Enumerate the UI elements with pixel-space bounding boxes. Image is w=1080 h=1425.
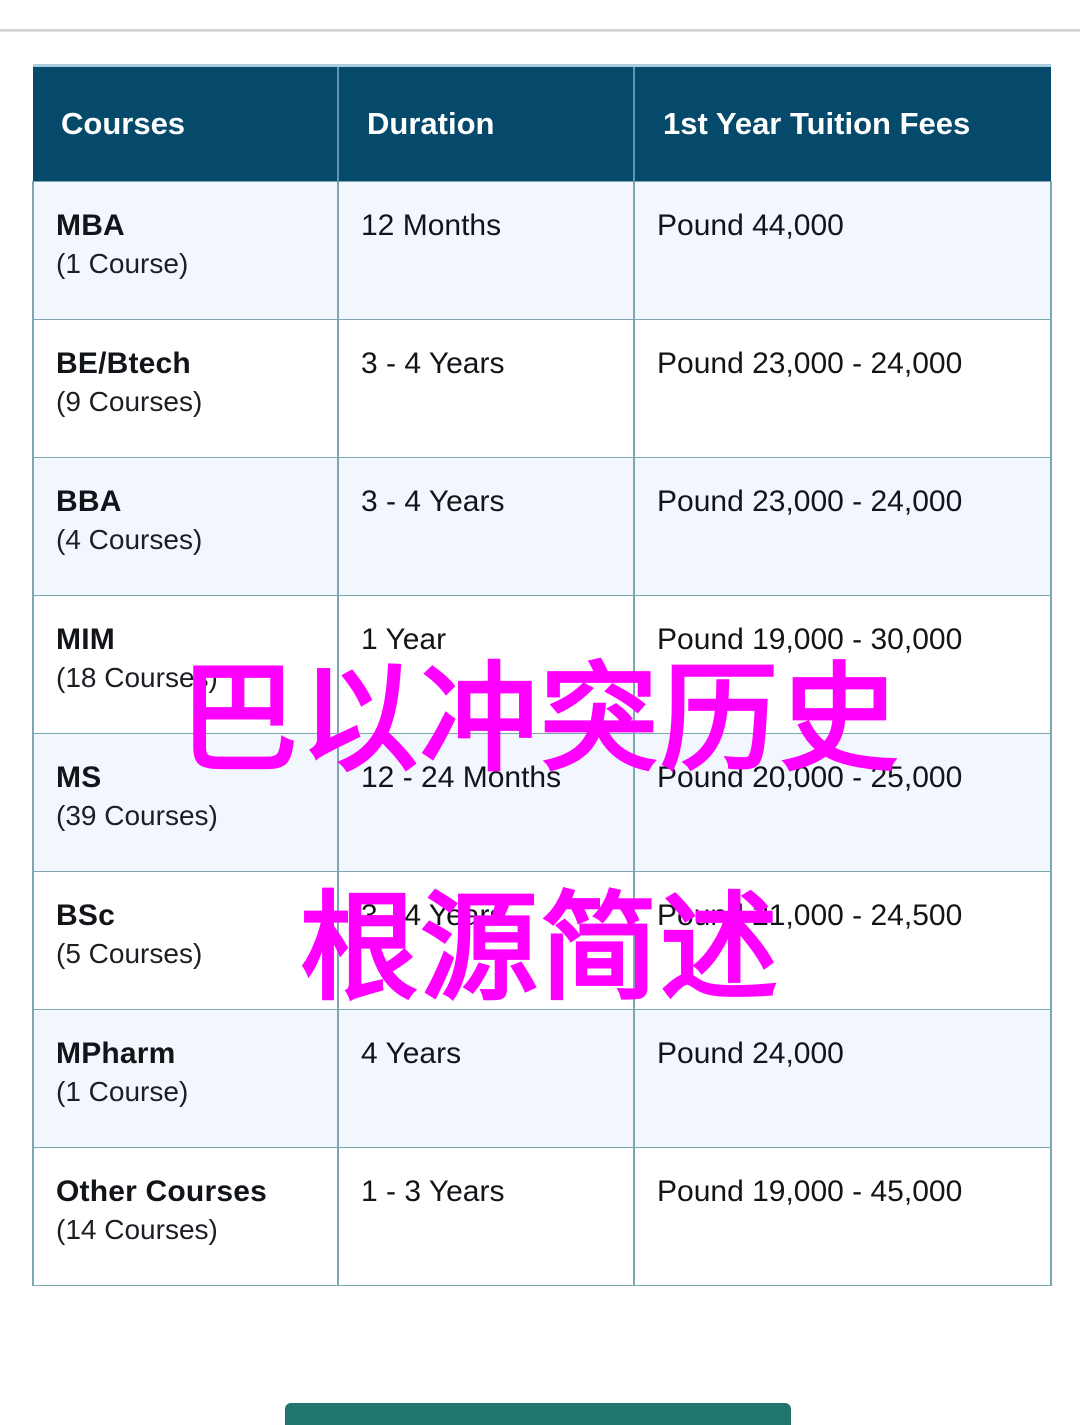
table-row: BE/Btech (9 Courses) 3 - 4 Years Pound 2… — [32, 319, 1052, 458]
cell-course: MBA (1 Course) — [32, 181, 339, 320]
course-name: Other Courses — [56, 1175, 267, 1208]
cell-duration: 12 - 24 Months — [337, 733, 635, 872]
cell-fees: Pound 20,000 - 25,000 — [633, 733, 1052, 872]
cell-duration: 3 - 4 Years — [337, 871, 635, 1010]
course-name: MBA — [56, 209, 125, 242]
cell-fees: Pound 44,000 — [633, 181, 1052, 320]
table-row: BSc (5 Courses) 3 - 4 Years Pound 21,000… — [32, 871, 1052, 1010]
bottom-action-button[interactable] — [285, 1403, 791, 1425]
cell-duration: 3 - 4 Years — [337, 457, 635, 596]
table-row: MBA (1 Course) 12 Months Pound 44,000 — [32, 181, 1052, 320]
table-row: MPharm (1 Course) 4 Years Pound 24,000 — [32, 1009, 1052, 1148]
table-row: BBA (4 Courses) 3 - 4 Years Pound 23,000… — [32, 457, 1052, 596]
cell-fees: Pound 21,000 - 24,500 — [633, 871, 1052, 1010]
course-count: (14 Courses) — [56, 1214, 218, 1245]
cell-course: BSc (5 Courses) — [32, 871, 339, 1010]
cell-course: Other Courses (14 Courses) — [32, 1147, 339, 1286]
cell-duration: 1 - 3 Years — [337, 1147, 635, 1286]
course-name: BBA — [56, 485, 122, 518]
cell-course: MS (39 Courses) — [32, 733, 339, 872]
course-count: (5 Courses) — [56, 938, 203, 969]
course-count: (1 Course) — [56, 248, 189, 279]
table-row: MS (39 Courses) 12 - 24 Months Pound 20,… — [32, 733, 1052, 872]
column-header-duration: Duration — [338, 64, 635, 182]
course-count: (39 Courses) — [56, 800, 218, 831]
table-body: MBA (1 Course) 12 Months Pound 44,000 BE… — [32, 181, 1052, 1286]
table-row: Other Courses (14 Courses) 1 - 3 Years P… — [32, 1147, 1052, 1286]
cell-course: MPharm (1 Course) — [32, 1009, 339, 1148]
top-divider — [0, 29, 1080, 32]
course-name: MPharm — [56, 1037, 176, 1070]
course-name: BE/Btech — [56, 347, 191, 380]
column-header-tuition-fees: 1st Year Tuition Fees — [634, 64, 1051, 182]
course-name: MS — [56, 761, 102, 794]
course-count: (1 Course) — [56, 1076, 189, 1107]
column-header-courses: Courses — [33, 64, 339, 182]
cell-duration: 1 Year — [337, 595, 635, 734]
cell-course: BE/Btech (9 Courses) — [32, 319, 339, 458]
cell-fees: Pound 23,000 - 24,000 — [633, 319, 1052, 458]
table-row: MIM (18 Courses) 1 Year Pound 19,000 - 3… — [32, 595, 1052, 734]
cell-fees: Pound 23,000 - 24,000 — [633, 457, 1052, 596]
cell-duration: 3 - 4 Years — [337, 319, 635, 458]
course-count: (18 Courses) — [56, 662, 218, 693]
table-header-row: Courses Duration 1st Year Tuition Fees — [33, 64, 1051, 182]
course-count: (9 Courses) — [56, 386, 203, 417]
course-count: (4 Courses) — [56, 524, 203, 555]
course-name: BSc — [56, 899, 115, 932]
courses-table-wrapper: Courses Duration 1st Year Tuition Fees M… — [32, 64, 1052, 1286]
cell-fees: Pound 24,000 — [633, 1009, 1052, 1148]
cell-course: MIM (18 Courses) — [32, 595, 339, 734]
course-name: MIM — [56, 623, 115, 656]
cell-course: BBA (4 Courses) — [32, 457, 339, 596]
cell-duration: 4 Years — [337, 1009, 635, 1148]
cell-fees: Pound 19,000 - 30,000 — [633, 595, 1052, 734]
cell-fees: Pound 19,000 - 45,000 — [633, 1147, 1052, 1286]
table-header: Courses Duration 1st Year Tuition Fees — [33, 64, 1051, 182]
courses-fees-table: Courses Duration 1st Year Tuition Fees M… — [32, 64, 1052, 1286]
cell-duration: 12 Months — [337, 181, 635, 320]
